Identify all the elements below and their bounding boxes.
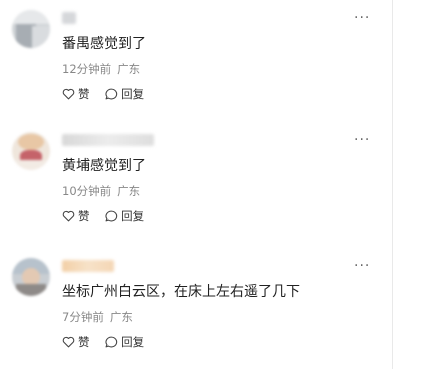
avatar[interactable] — [12, 132, 50, 170]
heart-icon — [62, 210, 75, 222]
reply-button[interactable]: 回复 — [105, 86, 144, 102]
comment-bubble-icon — [105, 336, 118, 348]
avatar[interactable] — [12, 10, 50, 48]
comment-time: 10分钟前 — [62, 184, 112, 198]
reply-label: 回复 — [121, 209, 145, 223]
like-button[interactable]: 赞 — [62, 334, 90, 350]
reply-label: 回复 — [121, 335, 145, 349]
like-label: 赞 — [78, 87, 90, 101]
comment-time: 7分钟前 — [62, 310, 104, 324]
comment-text: 番禺感觉到了 — [62, 36, 146, 52]
more-dots-icon[interactable]: ··· — [354, 11, 370, 27]
comment-location: 广东 — [117, 184, 141, 198]
comment-bubble-icon — [105, 88, 118, 100]
comment-item: ··· 番禺感觉到了 12分钟前 广东 赞 回复 — [0, 6, 392, 128]
reply-label: 回复 — [121, 87, 145, 101]
comment-actions: 赞 回复 — [62, 334, 156, 351]
more-dots-icon[interactable]: ··· — [354, 259, 370, 275]
like-button[interactable]: 赞 — [62, 86, 90, 102]
username-blurred[interactable] — [62, 12, 76, 24]
comment-location: 广东 — [109, 310, 133, 324]
more-dots-icon[interactable]: ··· — [354, 133, 370, 149]
like-label: 赞 — [78, 209, 90, 223]
username-blurred[interactable] — [62, 134, 154, 146]
comment-actions: 赞 回复 — [62, 208, 156, 225]
comment-text: 黄埔感觉到了 — [62, 158, 146, 174]
heart-icon — [62, 336, 75, 348]
right-divider — [392, 0, 393, 369]
comment-text: 坐标广州白云区，在床上左右遥了几下 — [62, 284, 300, 300]
comment-actions: 赞 回复 — [62, 86, 156, 103]
heart-icon — [62, 88, 75, 100]
comment-meta: 7分钟前 广东 — [62, 309, 133, 325]
username-blurred[interactable] — [62, 260, 114, 272]
like-button[interactable]: 赞 — [62, 208, 90, 224]
comment-bubble-icon — [105, 210, 118, 222]
like-label: 赞 — [78, 335, 90, 349]
reply-button[interactable]: 回复 — [105, 208, 144, 224]
comment-location: 广东 — [117, 62, 141, 76]
avatar[interactable] — [12, 258, 50, 296]
reply-button[interactable]: 回复 — [105, 334, 144, 350]
comment-time: 12分钟前 — [62, 62, 112, 76]
comment-item: ··· 黄埔感觉到了 10分钟前 广东 赞 回复 — [0, 128, 392, 250]
comment-meta: 10分钟前 广东 — [62, 183, 140, 199]
comment-meta: 12分钟前 广东 — [62, 61, 140, 77]
comment-item: ··· 坐标广州白云区，在床上左右遥了几下 7分钟前 广东 赞 回复 — [0, 254, 392, 376]
